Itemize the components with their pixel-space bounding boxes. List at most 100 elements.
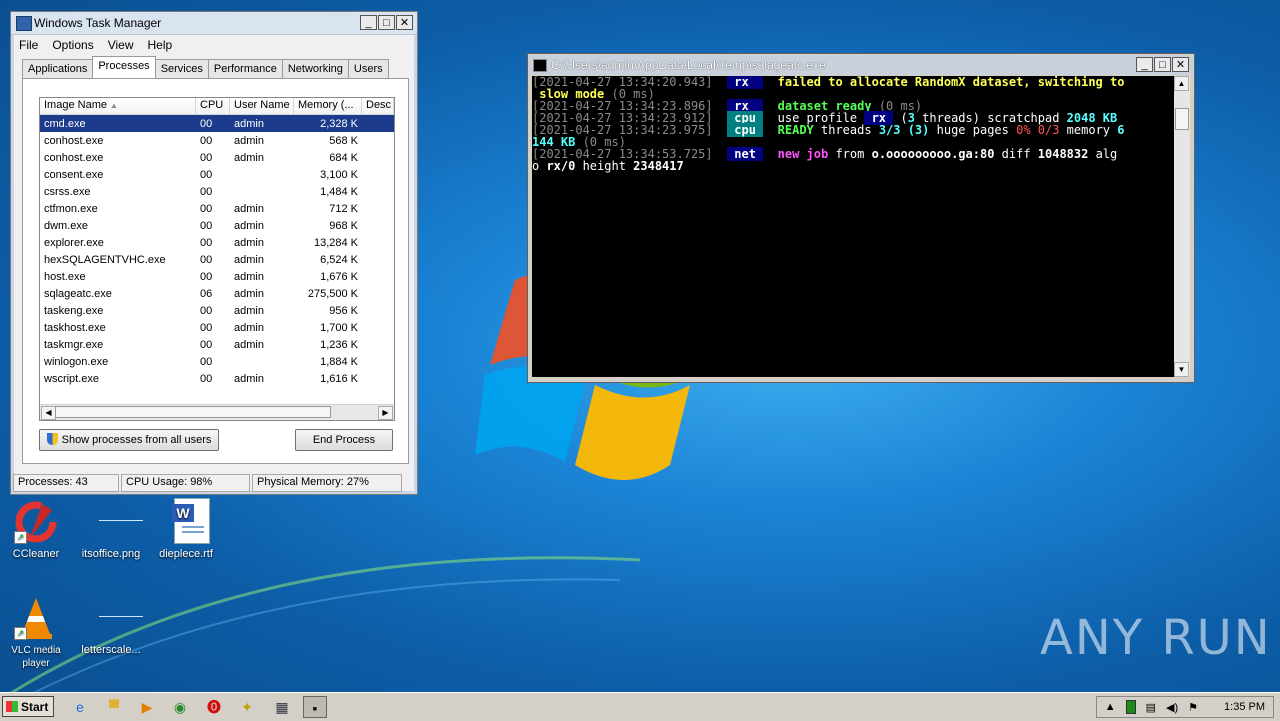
console-text: from — [828, 147, 872, 161]
network-icon[interactable]: ▤ — [1146, 701, 1156, 714]
table-row[interactable]: sqlageatc.exe 06 admin 275,500 K — [40, 285, 394, 302]
table-row[interactable]: host.exe 00 admin 1,676 K — [40, 268, 394, 285]
process-user: admin — [234, 253, 264, 266]
tab-processes[interactable]: Processes — [92, 56, 156, 80]
explorer-folder-icon[interactable]: ▀ — [102, 696, 126, 718]
tab-services[interactable]: Services — [154, 59, 209, 80]
volume-icon[interactable]: ◀) — [1166, 701, 1178, 714]
menu-file[interactable]: File — [19, 38, 38, 52]
table-row[interactable]: taskeng.exe 00 admin 956 K — [40, 302, 394, 319]
tab-performance[interactable]: Performance — [207, 59, 283, 80]
process-name: winlogon.exe — [44, 355, 109, 368]
process-name: conhost.exe — [44, 151, 104, 164]
horizontal-scrollbar[interactable]: ◀ ▶ — [40, 404, 394, 420]
table-row[interactable]: taskhost.exe 00 admin 1,700 K — [40, 319, 394, 336]
menu-options[interactable]: Options — [52, 38, 93, 52]
column-description[interactable]: Desc — [362, 98, 394, 114]
menu-help[interactable]: Help — [148, 38, 173, 52]
process-cpu: 00 — [200, 304, 213, 317]
scroll-down-icon[interactable]: ▼ — [1174, 362, 1189, 377]
process-list[interactable]: Image Name ▲ CPU User Name Memory (... D… — [39, 97, 395, 421]
task-manager-taskbar-icon[interactable]: ▦ — [270, 696, 294, 718]
task-manager-window[interactable]: Windows Task Manager _ □ ✕ File Options … — [10, 11, 418, 495]
end-process-button[interactable]: End Process — [295, 429, 393, 451]
scroll-up-icon[interactable]: ▲ — [1174, 76, 1189, 91]
table-row[interactable]: dwm.exe 00 admin 968 K — [40, 217, 394, 234]
status-processes: Processes: 43 — [13, 474, 119, 492]
close-button[interactable]: ✕ — [396, 15, 413, 30]
tab-users[interactable]: Users — [347, 59, 389, 80]
battery-icon[interactable] — [1125, 700, 1136, 714]
clock[interactable]: 1:35 PM — [1224, 701, 1265, 713]
image-file-icon — [87, 594, 143, 642]
table-row[interactable]: taskmgr.exe 00 admin 1,236 K — [40, 336, 394, 353]
show-all-users-button[interactable]: Show processes from all users — [39, 429, 219, 451]
table-row[interactable]: cmd.exe 00 admin 2,328 K — [40, 115, 394, 132]
table-row[interactable]: csrss.exe 00 1,484 K — [40, 183, 394, 200]
desktop-icon-dieplece[interactable]: W dieplece.rtf — [151, 498, 221, 561]
tab-applications[interactable]: Applications — [22, 59, 94, 80]
minimize-button[interactable]: _ — [1136, 57, 1153, 72]
desktop-icon-letterscale[interactable]: letterscale... — [76, 594, 146, 657]
process-cpu: 00 — [200, 134, 213, 147]
console-output[interactable]: [2021-04-27 13:34:20.943] rx failed to a… — [532, 76, 1174, 377]
menu-view[interactable]: View — [108, 38, 134, 52]
start-button[interactable]: Start — [2, 696, 54, 717]
title-bar[interactable]: C:\Users\admin\AppData\Local\Temp\sqlage… — [529, 55, 1193, 75]
chrome-icon[interactable]: ◉ — [168, 696, 192, 718]
program-icon[interactable]: ✦ — [235, 696, 259, 718]
minimize-button[interactable]: _ — [360, 15, 377, 30]
process-cpu: 00 — [200, 202, 213, 215]
title-bar[interactable]: Windows Task Manager _ □ ✕ — [11, 12, 417, 35]
column-user-name[interactable]: User Name — [230, 98, 294, 114]
console-window[interactable]: C:\Users\admin\AppData\Local\Temp\sqlage… — [527, 53, 1195, 383]
media-player-icon[interactable]: ▶ — [135, 696, 159, 718]
process-cpu: 00 — [200, 185, 213, 198]
table-row[interactable]: consent.exe 00 3,100 K — [40, 166, 394, 183]
table-row[interactable]: ctfmon.exe 00 admin 712 K — [40, 200, 394, 217]
console-taskbar-icon[interactable]: ▪ — [303, 696, 327, 718]
table-row[interactable]: conhost.exe 00 admin 568 K — [40, 132, 394, 149]
process-memory: 1,676 K — [320, 270, 358, 283]
desktop-icon-ccleaner[interactable]: ↗ CCleaner — [1, 498, 71, 561]
console-text: net — [727, 147, 764, 161]
desktop-icon-itsoffice[interactable]: itsoffice.png — [76, 498, 146, 561]
table-row[interactable]: explorer.exe 00 admin 13,284 K — [40, 234, 394, 251]
desktop-icon-vlc[interactable]: ↗ VLC media player — [1, 594, 71, 670]
process-name: explorer.exe — [44, 236, 104, 249]
table-row[interactable]: winlogon.exe 00 1,884 K — [40, 353, 394, 370]
scroll-thumb[interactable] — [55, 406, 331, 418]
column-memory[interactable]: Memory (... — [294, 98, 362, 114]
process-name: conhost.exe — [44, 134, 104, 147]
scroll-right-icon[interactable]: ▶ — [378, 406, 393, 420]
process-name: taskmgr.exe — [44, 338, 104, 351]
console-text: READY — [777, 123, 814, 137]
vertical-scrollbar[interactable]: ▲ ▼ — [1174, 76, 1190, 377]
desktop-icon-label: dieplece.rtf — [159, 548, 213, 560]
scroll-thumb[interactable] — [1175, 108, 1189, 130]
table-row[interactable]: wscript.exe 00 admin 1,616 K — [40, 370, 394, 387]
maximize-button[interactable]: □ — [1154, 57, 1171, 72]
column-cpu[interactable]: CPU — [196, 98, 230, 114]
action-center-flag-icon[interactable]: ⚑ — [1188, 701, 1198, 714]
opera-icon[interactable]: ⓿ — [202, 696, 226, 718]
shortcut-arrow-icon: ↗ — [14, 531, 27, 544]
console-text: 0% 0/3 — [1016, 123, 1060, 137]
taskbar: Start e ▀ ▶ ◉ ⓿ ✦ ▦ ▪ ▲ ▤ ◀) ⚑ 1:35 PM — [0, 692, 1280, 721]
tab-networking[interactable]: Networking — [281, 59, 349, 80]
process-user: admin — [234, 134, 264, 147]
ie-icon[interactable]: e — [68, 696, 92, 718]
process-user: admin — [234, 151, 264, 164]
table-row[interactable]: conhost.exe 00 admin 684 K — [40, 149, 394, 166]
anyrun-watermark: ANY RUN — [1040, 610, 1272, 666]
table-row[interactable]: hexSQLAGENTVHC.exe 00 admin 6,524 K — [40, 251, 394, 268]
close-button[interactable]: ✕ — [1172, 57, 1189, 72]
scroll-left-icon[interactable]: ◀ — [41, 406, 56, 420]
column-image-name[interactable]: Image Name ▲ — [40, 98, 196, 114]
process-memory: 1,616 K — [320, 372, 358, 385]
console-line: o rx/0 height 2348417 — [532, 160, 1174, 172]
maximize-button[interactable]: □ — [378, 15, 395, 30]
console-text: rx/0 — [546, 159, 576, 173]
show-hidden-icons-icon[interactable]: ▲ — [1105, 701, 1116, 713]
